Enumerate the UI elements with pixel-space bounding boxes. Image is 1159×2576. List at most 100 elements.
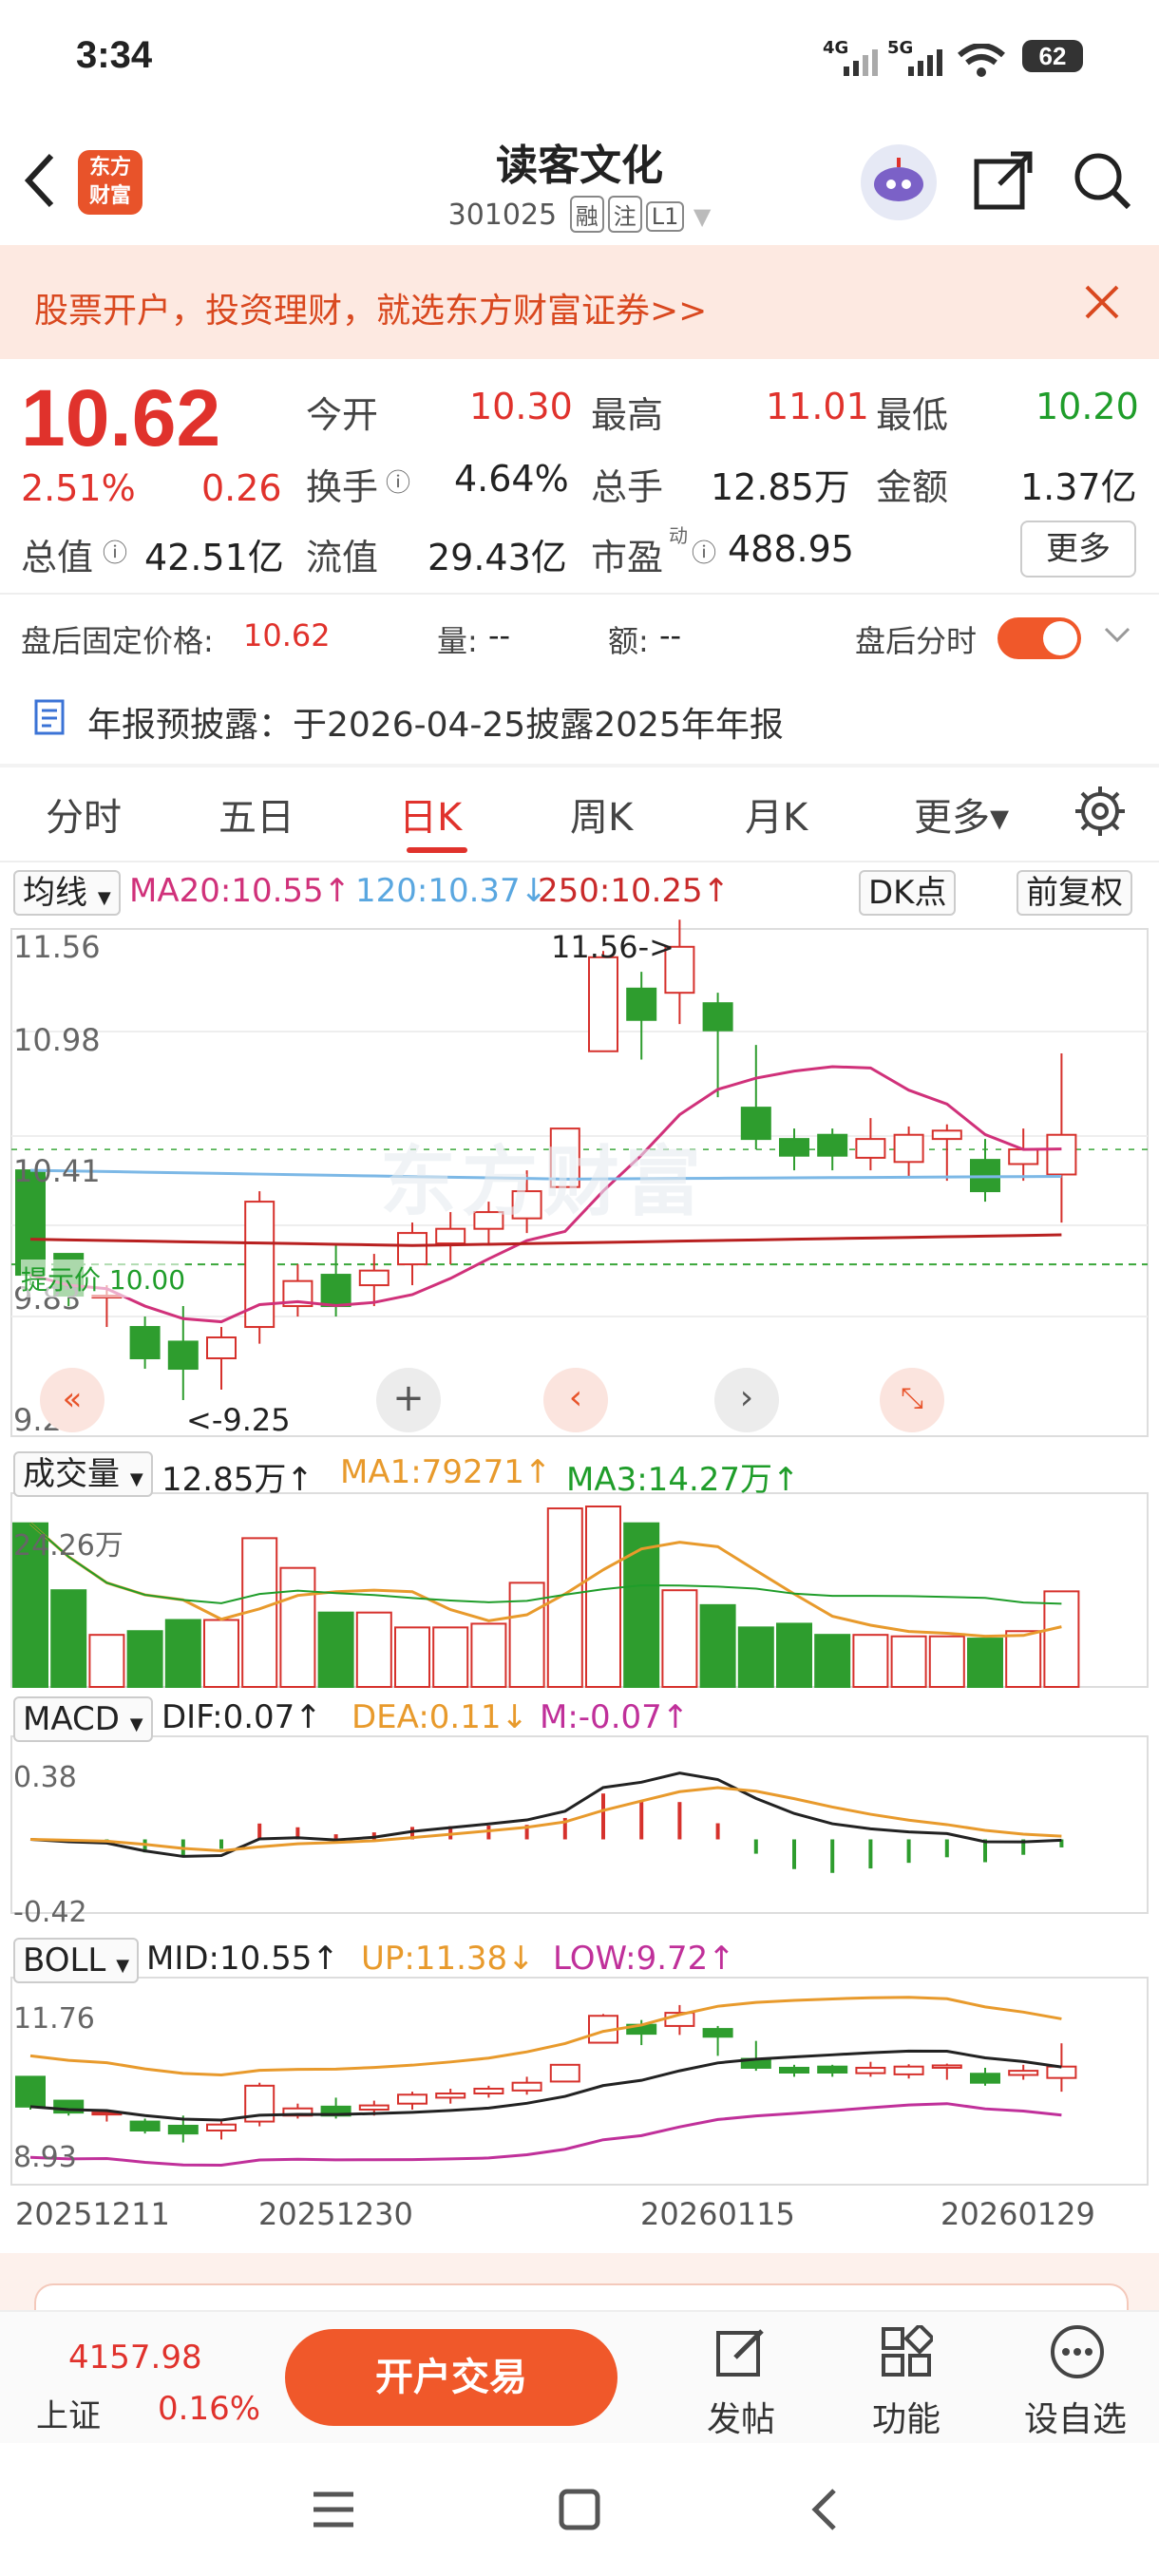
add-watchlist-label[interactable]: 设自选 (1024, 2392, 1127, 2441)
afterhours-amt-label: 额: (608, 623, 649, 659)
info-icon[interactable]: ⓘ (692, 534, 716, 569)
boll-candle-body (970, 2073, 1000, 2084)
dropdown-icon[interactable]: ▼ (694, 203, 711, 230)
boll-candle-body (511, 2081, 542, 2092)
ma-label: 均线 (23, 874, 87, 912)
boll-label: BOLL (23, 1941, 106, 1979)
volume-bar (814, 1634, 851, 1688)
boll-up: UP:11.38↓ (361, 1940, 535, 1978)
battery-indicator: 62 (1022, 40, 1083, 72)
close-icon[interactable] (1083, 283, 1121, 325)
index-name[interactable]: 上证 (36, 2390, 101, 2436)
info-icon[interactable]: ⓘ (386, 464, 410, 499)
boll-candle-body (1008, 2070, 1039, 2076)
post-label[interactable]: 发帖 (707, 2392, 775, 2441)
index-percent[interactable]: 0.16% (158, 2390, 260, 2428)
dk-point-button[interactable]: DK点 (859, 870, 957, 916)
notice-text[interactable]: 年报预披露：于2026-04-25披露2025年年报 (87, 697, 784, 747)
boll-selector[interactable]: BOLL ▼ (13, 1938, 140, 1983)
tab-more[interactable]: 更多▾ (914, 786, 1009, 842)
menu-icon[interactable] (312, 2491, 355, 2532)
volume-bar (699, 1603, 736, 1689)
search-icon[interactable] (1072, 150, 1132, 215)
boll-candle-body (397, 2093, 428, 2105)
volume-bar (661, 1589, 698, 1689)
afterhours-toggle[interactable] (998, 617, 1081, 659)
more-button[interactable]: 更多 (1020, 521, 1136, 578)
index-value[interactable]: 4157.98 (68, 2339, 202, 2377)
y-tick-mid2: 10.41 (13, 1153, 101, 1189)
volume-bar (164, 1619, 201, 1689)
scroll-right-button[interactable]: › (714, 1368, 779, 1432)
boll-candle-body (817, 2065, 848, 2074)
turnover-value: 4.64% (454, 458, 569, 500)
back-nav-icon[interactable] (809, 2489, 838, 2534)
more-dots-icon[interactable] (1049, 2323, 1106, 2384)
min-annotation: <-9.25 (186, 1402, 291, 1438)
candle-body (167, 1340, 199, 1371)
volume-bar (737, 1626, 774, 1688)
tab-five-day[interactable]: 五日 (218, 786, 294, 842)
macd-bars (29, 1771, 1064, 1873)
tab-weekly-k[interactable]: 周K (570, 786, 633, 842)
boll-candle-body (206, 2123, 237, 2132)
change-percent: 2.51% (21, 467, 136, 509)
macd-selector[interactable]: MACD ▼ (13, 1696, 153, 1742)
status-bar: 3:34 4G 5G 62 (0, 0, 1159, 114)
boll-low: LOW:9.72↑ (553, 1940, 735, 1978)
candle-body (1008, 1148, 1039, 1165)
boll-candle-body (931, 2064, 962, 2069)
boll-candle-body (167, 2124, 199, 2135)
mcap-label: 总值 (21, 537, 94, 578)
boll-mid: MID:10.55↑ (146, 1940, 339, 1978)
volume-bar (355, 1611, 392, 1688)
banner-text[interactable]: 股票开户，投资理财，就选东方财富证券>> (34, 283, 707, 332)
tip-price-label: 提示价 10.00 (21, 1260, 186, 1297)
candle-body (1046, 1133, 1077, 1176)
chevron-down-icon[interactable] (1102, 619, 1132, 653)
info-icon[interactable]: ⓘ (103, 534, 127, 569)
volume-selector[interactable]: 成交量 ▼ (13, 1451, 153, 1497)
volume-bar (50, 1589, 87, 1689)
volume-bar (126, 1630, 163, 1689)
clock: 3:34 (76, 34, 153, 76)
fullscreen-icon[interactable]: ⤡ (880, 1368, 944, 1432)
scroll-left-fast-button[interactable]: « (40, 1368, 104, 1432)
adjust-selector[interactable]: 前复权 (1016, 870, 1132, 916)
tab-monthly-k[interactable]: 月K (745, 786, 808, 842)
date-label: 20260115 (640, 2196, 795, 2232)
amount-label: 金额 (876, 466, 949, 508)
function-label[interactable]: 功能 (872, 2392, 940, 2441)
vol-ma1: MA1:79271↑ (340, 1453, 552, 1491)
chart-area[interactable] (0, 919, 1159, 2251)
vol-ma3-line (29, 1522, 1062, 1605)
open-trade-button[interactable]: 开户交易 (285, 2329, 618, 2426)
ma20-value: MA20:10.55↑ (129, 872, 352, 910)
tab-intraday[interactable]: 分时 (46, 786, 122, 842)
afterhours-price: 10.62 (243, 617, 331, 653)
macd-label: MACD (23, 1700, 120, 1738)
volume-bars (12, 1506, 1080, 1689)
ma120-value: 120:10.37↓ (355, 872, 548, 910)
candle-body (588, 956, 618, 1052)
home-icon[interactable] (559, 2489, 600, 2534)
scroll-left-button[interactable]: ‹ (543, 1368, 608, 1432)
robot-assistant-icon[interactable] (861, 144, 937, 220)
change-value: 0.26 (201, 467, 282, 509)
volume-bar (203, 1619, 239, 1689)
candle-body (358, 1269, 390, 1287)
apps-icon[interactable] (880, 2322, 936, 2382)
zoom-in-button[interactable]: + (376, 1368, 441, 1432)
open-value: 10.30 (469, 386, 573, 427)
macd-y-top: 0.38 (13, 1761, 77, 1794)
high-label: 最高 (591, 394, 664, 436)
y-tick-top: 11.56 (13, 929, 101, 965)
ma-selector[interactable]: 均线 ▼ (13, 870, 121, 916)
pe-value: 488.95 (728, 528, 854, 570)
tab-daily-k[interactable]: 日K (399, 786, 462, 842)
volume-bar (432, 1626, 469, 1688)
share-icon[interactable] (973, 150, 1034, 215)
open-label: 今开 (306, 394, 379, 436)
edit-icon[interactable] (714, 2325, 768, 2382)
gear-icon[interactable] (1074, 785, 1127, 842)
